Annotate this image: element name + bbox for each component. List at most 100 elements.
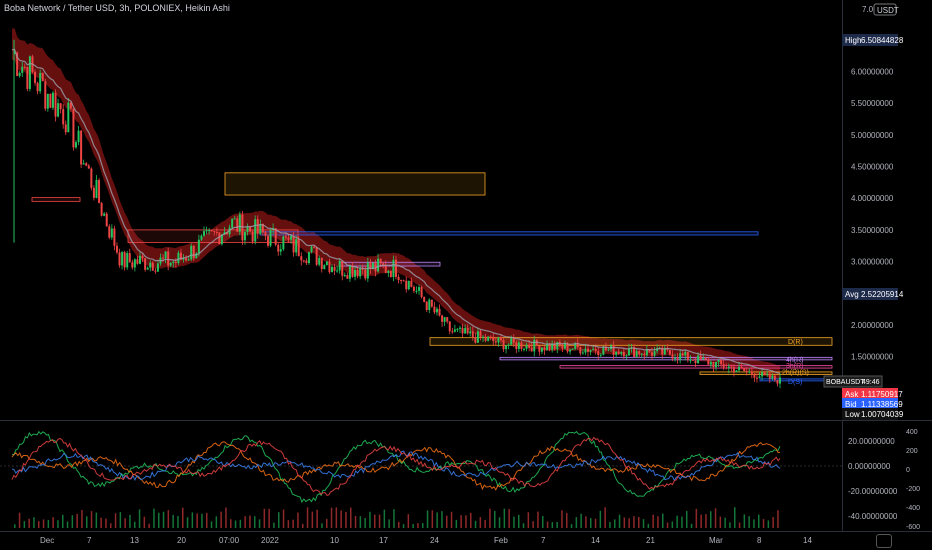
price-chart[interactable]: 7.0 USDT 6.00000000 5.50000000 5.00000000 4.5… [0,0,932,550]
candle-body [28,56,31,89]
candle-body [482,336,485,338]
volume-bar [705,514,707,528]
candle-body [98,179,101,203]
volume-bar [354,515,357,528]
candle-body [494,341,497,343]
level-zone [31,197,81,202]
candle-body [489,336,492,338]
volume-bar [758,514,760,528]
candle-body [694,360,697,364]
candle-body [748,371,751,373]
candle-body [707,359,710,365]
volume-bar [340,510,342,528]
candle-body [763,372,766,375]
candle-body [584,348,587,353]
osc-right-tick-label: -600 [906,524,920,531]
candle-body [704,358,707,360]
candle-body [210,230,213,232]
volume-bar [753,519,755,528]
price-tick-label: 4.00000000 [851,194,894,203]
candle-body [502,340,505,350]
candle-body [338,261,341,271]
volume-bar [719,516,722,528]
candle-body [200,235,203,240]
time-tick-label: 8 [757,536,762,545]
volume-bar [105,518,107,528]
candle-body [686,351,689,361]
candle-body [100,202,103,216]
time-tick-label: 24 [430,536,439,545]
volume-bar [38,521,40,528]
volume-bar [383,509,386,528]
candle-body [653,351,656,356]
candle-body [487,336,490,341]
candle-body [21,66,24,73]
candle-body [256,219,259,234]
price-tick-label: 5.50000000 [851,99,894,108]
volume-bar [455,519,458,528]
candle-body [428,299,431,311]
candle-body [720,359,723,365]
candle-body [415,290,418,292]
candle-body [251,231,254,242]
volume-bar [95,512,98,528]
candle-body [425,301,428,311]
time-tick-label: 13 [130,536,139,545]
candle-body [402,280,405,282]
candle-body [732,367,735,373]
volume-bar [254,516,256,528]
low-badge-label: Low [845,410,860,419]
candle-body [254,219,257,242]
candle-body [725,367,728,369]
candle-body [510,338,513,345]
volume-bar [350,507,352,528]
osc-right-tick-label: 0 [906,467,910,474]
candle-body [144,258,147,270]
volume-bar [686,510,688,528]
volume-bar [729,522,731,528]
volume-bar [657,516,659,528]
volume-bar [201,513,203,528]
level-zone [499,356,833,361]
volume-bar [594,518,597,528]
volume-bar [14,524,16,528]
volume-bar [738,522,741,528]
volume-bar [585,516,587,528]
volume-bar [124,518,126,528]
candle-body [305,260,308,264]
candle-body [681,353,684,356]
candle-body [108,226,111,238]
time-tick-label: 7 [87,536,92,545]
volume-bar [62,514,64,528]
candle-body [92,187,95,198]
candle-body [755,377,758,379]
candle-body [638,351,641,355]
volume-bar [666,522,669,528]
volume-bar [316,509,318,528]
candle-body [443,317,446,322]
symbol-badge-value: 49:46 [862,379,880,386]
volume-bar [748,516,750,528]
volume-bar [186,517,189,528]
candle-body [315,247,318,265]
candle-body [208,230,211,232]
volume-bar [76,513,78,528]
candle-body [643,353,646,356]
candle-body [715,361,717,368]
volume-bar [561,510,563,528]
candle-body [313,246,316,248]
candle-body [768,373,771,379]
candle-body [589,350,592,352]
osc-right-tick-label: 400 [906,429,918,436]
candle-body [727,366,730,369]
volume-bar [441,511,443,528]
candle-body [627,348,630,356]
candle-body [530,347,533,352]
candle-body [85,163,88,166]
bid-badge-label: Bid [845,400,857,409]
candle-body [546,344,549,351]
volume-bar [623,517,626,528]
candle-body [640,353,643,355]
candle-body [761,372,764,377]
volume-bar [249,515,251,528]
